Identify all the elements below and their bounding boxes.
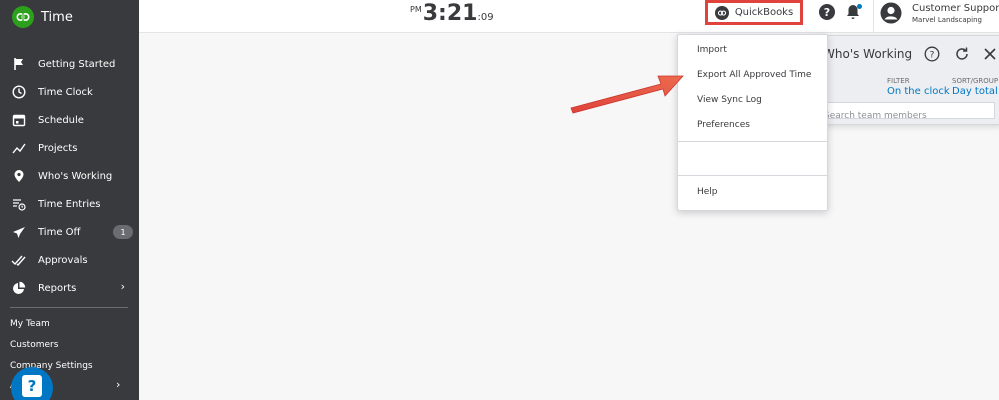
sidebar-item-customers[interactable]: Customers xyxy=(10,335,93,356)
clock-ampm: PM xyxy=(410,5,422,14)
sidebar-item-my-team[interactable]: My Team xyxy=(10,314,93,335)
question-bubble-icon: ? xyxy=(22,375,42,397)
current-time: PM 3:21 :09 xyxy=(410,1,494,27)
time-off-count-badge: 1 xyxy=(113,225,133,239)
sidebar-item-label: Time Entries xyxy=(38,198,101,210)
sidebar-item-time-clock[interactable]: Time Clock xyxy=(0,78,139,106)
trend-icon xyxy=(11,140,27,156)
list-clock-icon xyxy=(11,196,27,212)
bell-icon[interactable] xyxy=(846,4,862,22)
sort-group-dropdown[interactable]: Day total xyxy=(952,86,998,97)
sidebar-item-projects[interactable]: Projects xyxy=(0,134,139,162)
filter-label: FILTER xyxy=(887,77,910,85)
sidebar-item-time-entries[interactable]: Time Entries xyxy=(0,190,139,218)
search-team-members-input[interactable] xyxy=(820,108,994,124)
double-check-icon xyxy=(11,252,27,268)
sort-group-label: SORT/GROUP xyxy=(952,77,999,85)
filter-dropdown[interactable]: On the clock xyxy=(887,86,950,97)
app-name: Time xyxy=(41,9,73,25)
quickbooks-button[interactable]: QuickBooks xyxy=(705,0,803,25)
top-header: PM 3:21 :09 QuickBooks ? Customer Suppor… xyxy=(139,0,999,33)
clock-time: 3:21 xyxy=(422,1,478,26)
sidebar-item-label: Getting Started xyxy=(38,58,116,70)
header-divider xyxy=(873,0,874,32)
quickbooks-dropdown-menu: Import Export All Approved Time View Syn… xyxy=(677,34,828,211)
pie-chart-icon xyxy=(11,280,27,296)
menu-item-export-all-approved-time[interactable]: Export All Approved Time xyxy=(697,70,811,80)
sidebar-item-time-off[interactable]: Time Off 1 xyxy=(0,218,139,246)
sidebar-item-label: Time Off xyxy=(38,226,81,238)
clock-icon xyxy=(11,84,27,100)
calendar-icon xyxy=(11,112,27,128)
refresh-icon[interactable] xyxy=(954,46,970,62)
chevron-right-icon: › xyxy=(120,280,125,293)
menu-item-help[interactable]: Help xyxy=(697,187,718,197)
sidebar-item-schedule[interactable]: Schedule xyxy=(0,106,139,134)
annotation-arrow-icon xyxy=(570,75,684,114)
avatar-icon[interactable] xyxy=(880,2,902,24)
search-field xyxy=(819,102,995,124)
flag-icon xyxy=(11,56,27,72)
close-icon[interactable] xyxy=(982,46,998,62)
sidebar-nav: Getting Started Time Clock Schedule Proj… xyxy=(0,50,139,302)
menu-divider xyxy=(678,175,827,176)
help-circle-icon[interactable]: ? xyxy=(924,46,940,62)
sidebar-divider xyxy=(10,307,128,308)
sidebar-item-reports[interactable]: Reports › xyxy=(0,274,139,302)
location-pin-icon xyxy=(11,168,27,184)
notification-dot xyxy=(857,4,862,9)
sidebar-item-label: Time Clock xyxy=(38,86,93,98)
menu-divider xyxy=(678,141,827,142)
quickbooks-label: QuickBooks xyxy=(734,7,794,18)
sidebar-item-getting-started[interactable]: Getting Started xyxy=(0,50,139,78)
menu-item-preferences[interactable]: Preferences xyxy=(697,120,750,130)
clock-seconds: :09 xyxy=(477,12,494,23)
sidebar-item-label: Reports xyxy=(38,282,77,294)
quickbooks-icon xyxy=(714,5,729,20)
sidebar-item-label: Who's Working xyxy=(38,170,113,182)
sidebar-item-label: Projects xyxy=(38,142,78,154)
user-name: Customer Support xyxy=(912,3,999,14)
menu-item-import[interactable]: Import xyxy=(697,45,727,55)
whos-working-panel: Who's Working ? FILTER On the clock SORT… xyxy=(812,35,999,125)
user-menu[interactable]: Customer Support Marvel Landscaping xyxy=(912,3,999,24)
chevron-right-icon: › xyxy=(116,378,121,391)
sidebar-item-whos-working[interactable]: Who's Working xyxy=(0,162,139,190)
brand[interactable]: Time xyxy=(12,6,73,28)
menu-item-view-sync-log[interactable]: View Sync Log xyxy=(697,95,762,105)
svg-text:?: ? xyxy=(930,51,935,61)
company-name: Marvel Landscaping xyxy=(912,16,982,24)
help-icon[interactable]: ? xyxy=(819,4,835,20)
airplane-icon xyxy=(11,224,27,240)
sidebar: Time Getting Started Time Clock Schedule… xyxy=(0,0,139,400)
sidebar-item-label: Approvals xyxy=(38,254,88,266)
sidebar-item-label: Schedule xyxy=(38,114,84,126)
quickbooks-logo-icon xyxy=(12,6,34,28)
sidebar-item-approvals[interactable]: Approvals xyxy=(0,246,139,274)
panel-title: Who's Working xyxy=(823,47,913,61)
